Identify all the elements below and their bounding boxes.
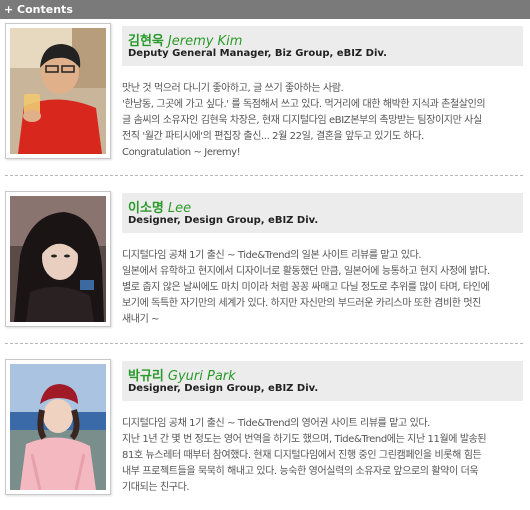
- profile-desc-line: 디지털다임 공채 1기 출신 ~ Tide&Trend의 영어권 사이트 리뷰를…: [122, 418, 430, 429]
- profile-card: 박규리 Gyuri Park Designer, Design Group, eB…: [0, 0, 530, 510]
- profile-name-ko: 박규리: [128, 369, 164, 384]
- profile-photo-frame: [5, 359, 111, 495]
- profile-desc-line: 내부 프로젝트들을 묵묵히 해내고 있다. 능숙한 영어실력의 소유자로 앞으로…: [122, 466, 479, 477]
- profile-name: 박규리 Gyuri Park: [128, 365, 236, 384]
- profile-name-en: Gyuri Park: [167, 369, 236, 384]
- profile-desc-line: 기대되는 친구다.: [122, 482, 190, 493]
- profile-desc-line: 지난 1년 간 몇 번 정도는 영어 번역을 하기도 했으며, Tide&Tre…: [122, 434, 487, 445]
- profile-role: Designer, Design Group, eBIZ Div.: [128, 383, 319, 394]
- profile-desc-line: 81호 뉴스레터 때부터 참여했다. 현재 디지털다임에서 진행 중인 그린캠페…: [122, 450, 482, 461]
- profile-description: 디지털다임 공채 1기 출신 ~ Tide&Trend의 영어권 사이트 리뷰를…: [122, 416, 527, 496]
- profile-photo: [10, 364, 106, 490]
- profile-name-box: 박규리 Gyuri Park Designer, Design Group, eB…: [122, 361, 523, 401]
